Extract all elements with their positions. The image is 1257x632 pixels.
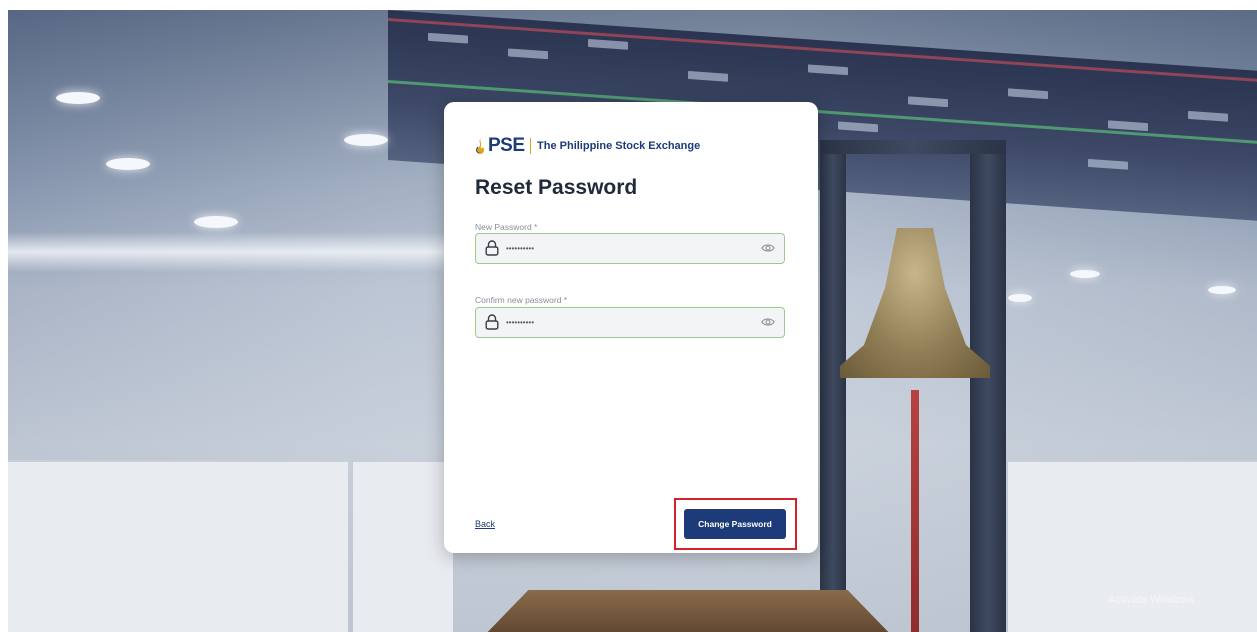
pse-flame-icon: [476, 138, 484, 154]
bell-frame-beam: [820, 140, 1006, 154]
eye-icon[interactable]: [761, 242, 775, 254]
lock-icon: [485, 240, 499, 256]
ticker-cell: [838, 121, 878, 133]
ceiling-light: [1070, 270, 1100, 278]
ticker-cell: [1108, 120, 1148, 132]
brand-logo: PSE The Philippine Stock Exchange: [475, 135, 701, 156]
ticker-cell: [808, 64, 848, 76]
confirm-password-label: Confirm new password *: [475, 295, 568, 305]
ticker-cell: [588, 38, 628, 50]
bell-rope: [911, 390, 919, 632]
ceiling-light: [56, 92, 100, 104]
ticker-cell: [428, 32, 468, 44]
office-desk: [1008, 460, 1257, 632]
confirm-password-field[interactable]: [475, 307, 785, 338]
bell-pedestal: [478, 590, 898, 632]
office-desk: [8, 460, 348, 632]
ceiling-light: [1208, 286, 1236, 294]
os-watermark: Activate Windows: [1108, 594, 1195, 606]
new-password-field[interactable]: [475, 233, 785, 264]
ticker-cell: [908, 96, 948, 108]
ticker-cell: [1008, 88, 1048, 100]
ticker-cell: [508, 48, 548, 60]
change-password-button[interactable]: Change Password: [684, 509, 786, 539]
ceiling-light: [1008, 294, 1032, 302]
ceiling-light: [344, 134, 388, 146]
logo-text: PSE: [488, 135, 525, 156]
lock-icon: [485, 314, 499, 330]
trading-bell: [840, 228, 990, 378]
ceiling-light: [194, 216, 238, 228]
ticker-cell: [1088, 158, 1128, 170]
back-link[interactable]: Back: [475, 519, 495, 529]
light-band: [8, 232, 448, 272]
new-password-input[interactable]: [506, 240, 746, 256]
ticker-cell: [688, 70, 728, 82]
page-title: Reset Password: [475, 176, 638, 199]
logo-divider: [529, 138, 532, 154]
new-password-label: New Password *: [475, 222, 538, 232]
screen: Activate Windows PSE The Philippine Stoc…: [0, 0, 1257, 632]
confirm-password-input[interactable]: [506, 314, 746, 330]
eye-icon[interactable]: [761, 316, 775, 328]
ceiling-light: [106, 158, 150, 170]
office-desk: [353, 460, 453, 632]
ticker-cell: [1188, 110, 1228, 122]
logo-tagline: The Philippine Stock Exchange: [537, 140, 701, 152]
bell-frame-pillar: [820, 150, 846, 632]
reset-password-card: PSE The Philippine Stock Exchange Reset …: [444, 102, 818, 553]
bell-frame-pillar: [970, 140, 1006, 632]
